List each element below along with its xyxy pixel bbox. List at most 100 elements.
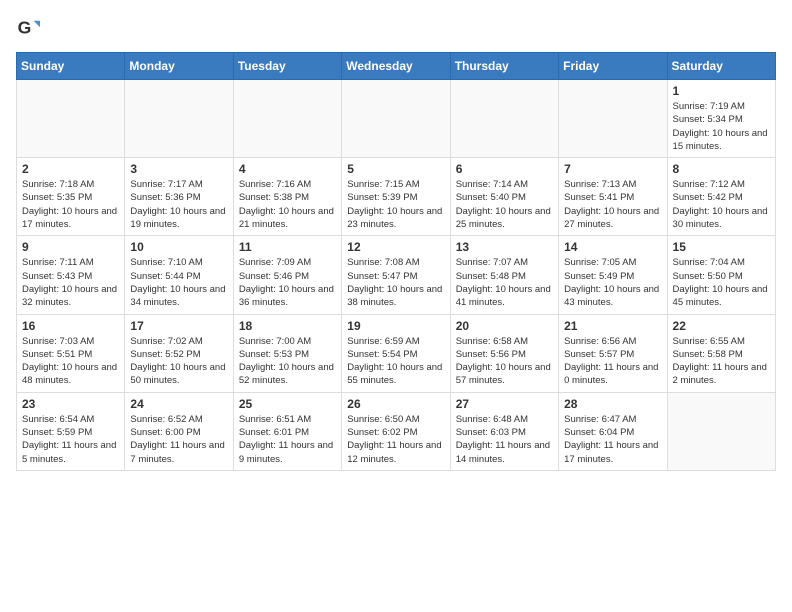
calendar-week-2: 2 Sunrise: 7:18 AM Sunset: 5:35 PM Daylig… bbox=[17, 158, 776, 236]
weekday-tuesday: Tuesday bbox=[233, 53, 341, 80]
day-number: 27 bbox=[456, 397, 553, 411]
calendar-cell: 10 Sunrise: 7:10 AM Sunset: 5:44 PM Dayli… bbox=[125, 236, 233, 314]
day-info: Sunrise: 7:09 AM Sunset: 5:46 PM Dayligh… bbox=[239, 256, 336, 309]
calendar-cell: 25 Sunrise: 6:51 AM Sunset: 6:01 PM Dayli… bbox=[233, 392, 341, 470]
day-number: 23 bbox=[22, 397, 119, 411]
day-number: 13 bbox=[456, 240, 553, 254]
calendar-cell: 27 Sunrise: 6:48 AM Sunset: 6:03 PM Dayli… bbox=[450, 392, 558, 470]
day-number: 11 bbox=[239, 240, 336, 254]
calendar-cell: 24Sunrise: 6:52 AM Sunset: 6:00 PM Dayli… bbox=[125, 392, 233, 470]
day-number: 20 bbox=[456, 319, 553, 333]
day-info: Sunrise: 7:14 AM Sunset: 5:40 PM Dayligh… bbox=[456, 178, 553, 231]
day-info: Sunrise: 7:16 AM Sunset: 5:38 PM Dayligh… bbox=[239, 178, 336, 231]
day-number: 12 bbox=[347, 240, 444, 254]
day-number: 7 bbox=[564, 162, 661, 176]
day-number: 5 bbox=[347, 162, 444, 176]
calendar-cell bbox=[17, 80, 125, 158]
logo: G bbox=[16, 16, 44, 40]
day-info: Sunrise: 6:58 AM Sunset: 5:56 PM Dayligh… bbox=[456, 335, 553, 388]
day-info: Sunrise: 7:10 AM Sunset: 5:44 PM Dayligh… bbox=[130, 256, 227, 309]
day-info: Sunrise: 7:02 AM Sunset: 5:52 PM Dayligh… bbox=[130, 335, 227, 388]
day-info: Sunrise: 6:51 AM Sunset: 6:01 PM Dayligh… bbox=[239, 413, 336, 466]
calendar-cell: 14 Sunrise: 7:05 AM Sunset: 5:49 PM Dayli… bbox=[559, 236, 667, 314]
calendar-cell bbox=[559, 80, 667, 158]
day-info: Sunrise: 7:04 AM Sunset: 5:50 PM Dayligh… bbox=[673, 256, 770, 309]
calendar-cell bbox=[667, 392, 775, 470]
day-number: 8 bbox=[673, 162, 770, 176]
day-number: 14 bbox=[564, 240, 661, 254]
calendar-cell: 20 Sunrise: 6:58 AM Sunset: 5:56 PM Dayli… bbox=[450, 314, 558, 392]
day-number: 16 bbox=[22, 319, 119, 333]
calendar-cell: 23 Sunrise: 6:54 AM Sunset: 5:59 PM Dayli… bbox=[17, 392, 125, 470]
calendar-cell: 2 Sunrise: 7:18 AM Sunset: 5:35 PM Daylig… bbox=[17, 158, 125, 236]
calendar-cell: 6Sunrise: 7:14 AM Sunset: 5:40 PM Daylig… bbox=[450, 158, 558, 236]
day-info: Sunrise: 6:47 AM Sunset: 6:04 PM Dayligh… bbox=[564, 413, 661, 466]
logo-icon: G bbox=[16, 16, 40, 40]
day-info: Sunrise: 6:59 AM Sunset: 5:54 PM Dayligh… bbox=[347, 335, 444, 388]
calendar-cell: 13 Sunrise: 7:07 AM Sunset: 5:48 PM Dayli… bbox=[450, 236, 558, 314]
day-info: Sunrise: 7:15 AM Sunset: 5:39 PM Dayligh… bbox=[347, 178, 444, 231]
calendar-week-4: 16 Sunrise: 7:03 AM Sunset: 5:51 PM Dayli… bbox=[17, 314, 776, 392]
calendar-cell: 21 Sunrise: 6:56 AM Sunset: 5:57 PM Dayli… bbox=[559, 314, 667, 392]
day-info: Sunrise: 7:13 AM Sunset: 5:41 PM Dayligh… bbox=[564, 178, 661, 231]
calendar-cell bbox=[450, 80, 558, 158]
calendar-cell: 11 Sunrise: 7:09 AM Sunset: 5:46 PM Dayli… bbox=[233, 236, 341, 314]
day-number: 2 bbox=[22, 162, 119, 176]
calendar-cell: 17 Sunrise: 7:02 AM Sunset: 5:52 PM Dayli… bbox=[125, 314, 233, 392]
day-number: 1 bbox=[673, 84, 770, 98]
weekday-monday: Monday bbox=[125, 53, 233, 80]
weekday-thursday: Thursday bbox=[450, 53, 558, 80]
day-info: Sunrise: 6:54 AM Sunset: 5:59 PM Dayligh… bbox=[22, 413, 119, 466]
calendar-cell: 4 Sunrise: 7:16 AM Sunset: 5:38 PM Daylig… bbox=[233, 158, 341, 236]
day-number: 25 bbox=[239, 397, 336, 411]
day-info: Sunrise: 7:03 AM Sunset: 5:51 PM Dayligh… bbox=[22, 335, 119, 388]
calendar-cell: 3 Sunrise: 7:17 AM Sunset: 5:36 PM Daylig… bbox=[125, 158, 233, 236]
day-info: Sunrise: 7:17 AM Sunset: 5:36 PM Dayligh… bbox=[130, 178, 227, 231]
day-info: Sunrise: 6:52 AM Sunset: 6:00 PM Dayligh… bbox=[130, 413, 227, 466]
weekday-saturday: Saturday bbox=[667, 53, 775, 80]
day-number: 15 bbox=[673, 240, 770, 254]
calendar-cell bbox=[233, 80, 341, 158]
calendar-cell: 5 Sunrise: 7:15 AM Sunset: 5:39 PM Daylig… bbox=[342, 158, 450, 236]
calendar-cell: 22Sunrise: 6:55 AM Sunset: 5:58 PM Dayli… bbox=[667, 314, 775, 392]
weekday-sunday: Sunday bbox=[17, 53, 125, 80]
day-number: 19 bbox=[347, 319, 444, 333]
day-info: Sunrise: 6:50 AM Sunset: 6:02 PM Dayligh… bbox=[347, 413, 444, 466]
day-number: 17 bbox=[130, 319, 227, 333]
day-number: 10 bbox=[130, 240, 227, 254]
weekday-header-row: SundayMondayTuesdayWednesdayThursdayFrid… bbox=[17, 53, 776, 80]
calendar-cell: 15 Sunrise: 7:04 AM Sunset: 5:50 PM Dayli… bbox=[667, 236, 775, 314]
calendar-cell: 16 Sunrise: 7:03 AM Sunset: 5:51 PM Dayli… bbox=[17, 314, 125, 392]
calendar-cell: 19 Sunrise: 6:59 AM Sunset: 5:54 PM Dayli… bbox=[342, 314, 450, 392]
weekday-wednesday: Wednesday bbox=[342, 53, 450, 80]
page-header: G bbox=[16, 16, 776, 40]
day-info: Sunrise: 7:07 AM Sunset: 5:48 PM Dayligh… bbox=[456, 256, 553, 309]
calendar-cell: 9Sunrise: 7:11 AM Sunset: 5:43 PM Daylig… bbox=[17, 236, 125, 314]
day-number: 9 bbox=[22, 240, 119, 254]
svg-text:G: G bbox=[18, 18, 32, 38]
calendar-table: SundayMondayTuesdayWednesdayThursdayFrid… bbox=[16, 52, 776, 471]
day-number: 21 bbox=[564, 319, 661, 333]
calendar-cell: 1Sunrise: 7:19 AM Sunset: 5:34 PM Daylig… bbox=[667, 80, 775, 158]
day-info: Sunrise: 7:05 AM Sunset: 5:49 PM Dayligh… bbox=[564, 256, 661, 309]
day-info: Sunrise: 7:00 AM Sunset: 5:53 PM Dayligh… bbox=[239, 335, 336, 388]
day-info: Sunrise: 6:55 AM Sunset: 5:58 PM Dayligh… bbox=[673, 335, 770, 388]
day-number: 26 bbox=[347, 397, 444, 411]
day-info: Sunrise: 6:56 AM Sunset: 5:57 PM Dayligh… bbox=[564, 335, 661, 388]
day-number: 18 bbox=[239, 319, 336, 333]
calendar-week-5: 23 Sunrise: 6:54 AM Sunset: 5:59 PM Dayli… bbox=[17, 392, 776, 470]
day-info: Sunrise: 7:18 AM Sunset: 5:35 PM Dayligh… bbox=[22, 178, 119, 231]
day-number: 3 bbox=[130, 162, 227, 176]
day-number: 28 bbox=[564, 397, 661, 411]
calendar-week-3: 9Sunrise: 7:11 AM Sunset: 5:43 PM Daylig… bbox=[17, 236, 776, 314]
calendar-cell: 7 Sunrise: 7:13 AM Sunset: 5:41 PM Daylig… bbox=[559, 158, 667, 236]
calendar-cell: 8 Sunrise: 7:12 AM Sunset: 5:42 PM Daylig… bbox=[667, 158, 775, 236]
calendar-cell bbox=[125, 80, 233, 158]
calendar-cell: 26 Sunrise: 6:50 AM Sunset: 6:02 PM Dayli… bbox=[342, 392, 450, 470]
calendar-week-1: 1Sunrise: 7:19 AM Sunset: 5:34 PM Daylig… bbox=[17, 80, 776, 158]
day-info: Sunrise: 6:48 AM Sunset: 6:03 PM Dayligh… bbox=[456, 413, 553, 466]
day-number: 4 bbox=[239, 162, 336, 176]
day-info: Sunrise: 7:08 AM Sunset: 5:47 PM Dayligh… bbox=[347, 256, 444, 309]
day-info: Sunrise: 7:12 AM Sunset: 5:42 PM Dayligh… bbox=[673, 178, 770, 231]
calendar-cell: 12 Sunrise: 7:08 AM Sunset: 5:47 PM Dayli… bbox=[342, 236, 450, 314]
